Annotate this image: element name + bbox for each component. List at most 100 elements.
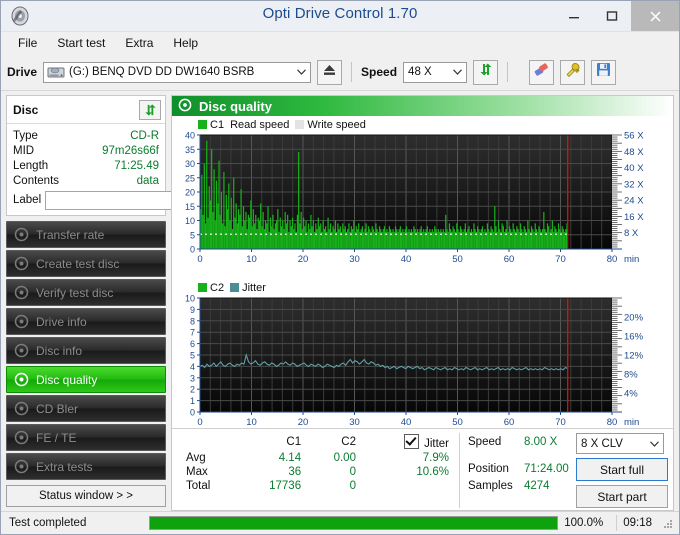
svg-text:12%: 12%: [624, 351, 644, 362]
menu-extra[interactable]: Extra: [116, 34, 162, 52]
sidebar-item-drive-info[interactable]: Drive info: [6, 308, 166, 335]
svg-text:8 X: 8 X: [624, 228, 639, 239]
jitter-checkbox[interactable]: [404, 434, 420, 449]
save-button[interactable]: [591, 59, 617, 85]
sidebar-label: Create test disc: [36, 256, 120, 271]
c2-chart-svg: 0123456789104%8%12%16%20%0 10 20 30 40 50 60 70…: [185, 294, 644, 429]
svg-text:10: 10: [185, 216, 195, 226]
stats-max-jitter: 10.6%: [416, 466, 449, 478]
readout-area: Speed 8.00 X Position 71:24.00 Samples 4…: [459, 433, 673, 508]
sidebar-nav: Transfer rate Create test disc Verify te…: [6, 221, 166, 480]
svg-text:80: 80: [607, 417, 618, 428]
tools-button[interactable]: [560, 59, 586, 85]
c1-legend: C1 Read speed Write speed: [174, 118, 671, 131]
main-body: Disc Type CD-R MID 97m26s66f Length 71:2…: [1, 91, 679, 511]
sidebar-item-fe-te[interactable]: FE / TE: [6, 424, 166, 451]
panel-header-icon: [178, 98, 192, 115]
menu-help[interactable]: Help: [164, 34, 207, 52]
disc-icon: [14, 227, 29, 242]
disc-icon: [14, 459, 29, 474]
legend-write-speed: Write speed: [295, 119, 366, 131]
readout-values: Speed 8.00 X Position 71:24.00 Samples 4…: [468, 433, 574, 508]
svg-text:20: 20: [185, 188, 195, 198]
disc-icon: [14, 401, 29, 416]
stats-row-label-total: Total: [186, 480, 211, 492]
stats-total-jitter: [366, 479, 459, 493]
chevron-down-icon[interactable]: [449, 63, 466, 82]
sidebar-item-disc-info[interactable]: Disc info: [6, 337, 166, 364]
disc-row-length: Length 71:25.49: [13, 158, 159, 173]
start-full-button[interactable]: Start full: [576, 458, 668, 481]
disc-icon: [14, 430, 29, 445]
sidebar-item-cd-bler[interactable]: CD Bler: [6, 395, 166, 422]
legend-read-speed: Read speed: [230, 118, 290, 131]
stats-row-label-avg: Avg: [186, 452, 206, 464]
svg-text:32 X: 32 X: [624, 179, 644, 190]
minimize-button[interactable]: [555, 1, 593, 31]
stats-max-c1: 36: [288, 466, 302, 478]
stats-row-label-max: Max: [186, 466, 208, 478]
disc-icon: [14, 285, 29, 300]
disc-icon: [14, 314, 29, 329]
sidebar-label: Extra tests: [36, 459, 93, 474]
menu-start-test[interactable]: Start test: [48, 34, 114, 52]
maximize-button[interactable]: [593, 1, 631, 31]
erase-button[interactable]: [529, 59, 555, 85]
svg-text:50: 50: [452, 417, 463, 428]
svg-text:30: 30: [349, 417, 360, 428]
svg-text:10: 10: [246, 417, 257, 428]
drive-toolbar: Drive (G:) BENQ DVD DD DW1640 BSRB Speed…: [1, 54, 679, 91]
svg-text:20: 20: [298, 417, 309, 428]
disc-refresh-button[interactable]: [139, 100, 161, 120]
eraser-icon: [533, 62, 550, 82]
svg-text:48 X: 48 X: [624, 147, 644, 158]
svg-text:3: 3: [190, 373, 195, 383]
sidebar-item-verify-test-disc[interactable]: Verify test disc: [6, 279, 166, 306]
progress-fill: [150, 517, 558, 529]
readout-samples-label: Samples: [468, 479, 513, 492]
disc-value-type: CD-R: [130, 129, 159, 142]
menu-file[interactable]: File: [9, 34, 46, 52]
svg-text:24 X: 24 X: [624, 196, 644, 207]
stats-total-c1: 17736: [269, 480, 302, 492]
c2-legend: C2 Jitter: [174, 281, 671, 294]
svg-text:20: 20: [298, 254, 309, 265]
svg-text:40: 40: [185, 131, 195, 141]
table-row: Total 17736 0: [178, 479, 459, 493]
sidebar-item-transfer-rate[interactable]: Transfer rate: [6, 221, 166, 248]
svg-text:15: 15: [185, 202, 195, 212]
sidebar-item-create-test-disc[interactable]: Create test disc: [6, 250, 166, 277]
svg-text:16%: 16%: [624, 332, 644, 343]
refresh-button[interactable]: [473, 59, 499, 85]
sidebar-item-extra-tests[interactable]: Extra tests: [6, 453, 166, 480]
svg-text:0: 0: [197, 254, 202, 265]
start-part-button[interactable]: Start part: [576, 485, 668, 508]
toolbar-divider: [351, 62, 353, 82]
resize-grip-icon[interactable]: [662, 517, 674, 529]
svg-text:40: 40: [401, 417, 412, 428]
close-button[interactable]: [631, 1, 679, 31]
chevron-down-icon[interactable]: [293, 63, 310, 82]
progress-bar: [149, 516, 559, 530]
clv-select[interactable]: 8 X CLV: [576, 433, 664, 454]
drive-label: Drive: [7, 65, 38, 79]
table-row: Avg 4.14 0.00 7.9%: [178, 451, 459, 465]
svg-text:25: 25: [185, 173, 195, 183]
svg-text:10: 10: [185, 294, 195, 304]
action-controls: 8 X CLV Start full Start part: [574, 433, 673, 508]
status-window-button[interactable]: Status window > >: [6, 485, 166, 507]
stats-avg-jitter: 7.9%: [422, 452, 449, 464]
chevron-down-icon[interactable]: [646, 434, 663, 453]
disc-fields: Type CD-R MID 97m26s66f Length 71:25.49 …: [7, 124, 217, 215]
sidebar-item-disc-quality[interactable]: Disc quality: [6, 366, 166, 393]
eject-button[interactable]: [317, 59, 343, 85]
c1-chart: 0 5 10 15 20 25 30 35 40 8 X 16 X 24 X 32 X 40 X 48 X 5…: [174, 131, 671, 281]
svg-text:56 X: 56 X: [624, 131, 644, 142]
drive-select[interactable]: (G:) BENQ DVD DD DW1640 BSRB: [43, 61, 312, 83]
status-bar: Test completed 100.0% 09:18: [1, 511, 679, 534]
speed-select[interactable]: 48 X: [403, 61, 468, 83]
disc-key-contents: Contents: [13, 174, 60, 187]
drive-icon: [47, 64, 65, 80]
readout-samples: Samples 4274: [468, 477, 574, 494]
disc-icon: [14, 256, 29, 271]
